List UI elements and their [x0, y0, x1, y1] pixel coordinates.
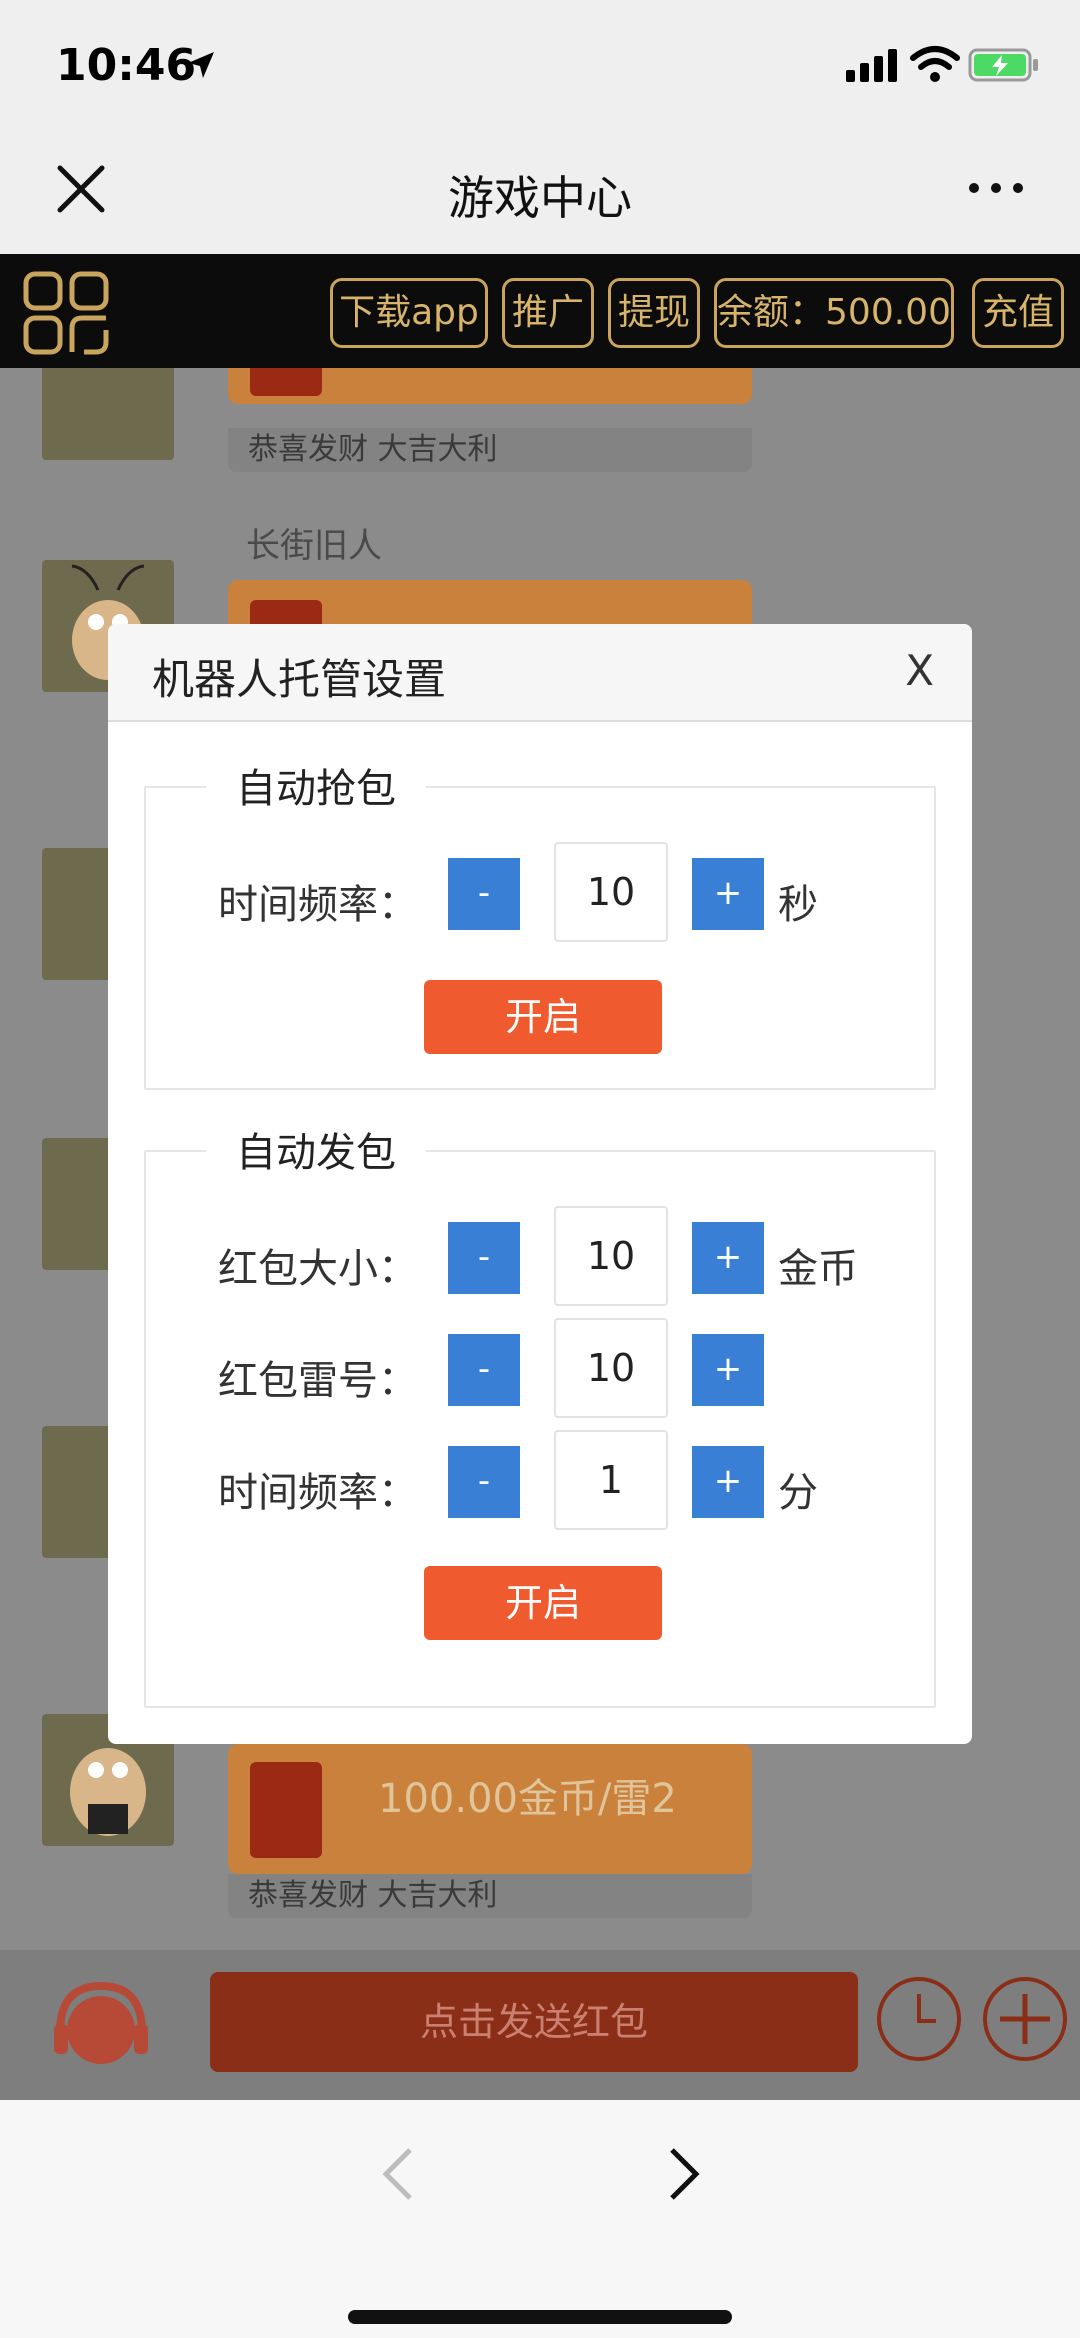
robot-hosting-settings-dialog: 机器人托管设置 X 自动抢包 时间频率： - 10 + 秒 开启 自动发包 红包…	[108, 624, 972, 1744]
chat-input-bar: 点击发送红包	[0, 1950, 1080, 2100]
status-bar: 10:46	[0, 0, 1080, 140]
red-packet-footer: 恭喜发财 大吉大利	[228, 1874, 752, 1918]
auto-send-start-button[interactable]: 开启	[424, 1566, 662, 1640]
balance-display: 余额：500.00	[714, 278, 954, 348]
auto-send-section: 自动发包 红包大小： - 10 + 金币 红包雷号： - 10 + 时间频率： …	[144, 1120, 936, 1708]
send-frequency-label: 时间频率：	[218, 1470, 418, 1516]
dialog-header: 机器人托管设置 X	[108, 624, 972, 722]
red-packet-footer: 恭喜发财 大吉大利	[228, 428, 752, 472]
sender-name: 长街旧人	[246, 526, 382, 566]
browser-toolbar	[0, 2100, 1080, 2338]
back-arrow-icon[interactable]	[378, 2144, 418, 2204]
customer-service-icon[interactable]	[46, 1972, 156, 2082]
packet-size-increment-button[interactable]: +	[692, 1222, 764, 1294]
send-frequency-unit: 分	[778, 1470, 818, 1516]
send-frequency-input[interactable]: 1	[554, 1430, 668, 1530]
packet-size-unit: 金币	[778, 1246, 858, 1292]
promote-button[interactable]: 推广	[502, 278, 594, 348]
dialog-title: 机器人托管设置	[152, 655, 447, 704]
send-frequency-increment-button[interactable]: +	[692, 1446, 764, 1518]
section-legend: 自动发包	[206, 1120, 426, 1178]
page-title: 游戏中心	[448, 171, 632, 225]
packet-size-input[interactable]: 10	[554, 1206, 668, 1306]
more-options-icon[interactable]	[966, 176, 1026, 200]
red-envelope-icon	[250, 368, 322, 396]
red-packet-bubble[interactable]	[228, 368, 752, 404]
packet-size-decrement-button[interactable]: -	[448, 1222, 520, 1294]
send-frequency-decrement-button[interactable]: -	[448, 1446, 520, 1518]
mine-number-label: 红包雷号：	[218, 1358, 418, 1404]
game-toolbar: 下载app 推广 提现 余额：500.00 充值	[0, 254, 1080, 368]
grab-frequency-increment-button[interactable]: +	[692, 858, 764, 930]
red-envelope-icon	[250, 1762, 322, 1858]
section-legend: 自动抢包	[206, 756, 426, 814]
home-indicator[interactable]	[348, 2310, 732, 2324]
mine-number-input[interactable]: 10	[554, 1318, 668, 1418]
red-packet-bubble[interactable]: 100.00金币/雷2	[228, 1744, 752, 1874]
clock-icon[interactable]	[874, 1974, 964, 2064]
menu-grid-icon[interactable]	[22, 270, 112, 356]
send-red-packet-button[interactable]: 点击发送红包	[210, 1972, 858, 2072]
cellular-signal-icon	[846, 49, 897, 82]
grab-frequency-decrement-button[interactable]: -	[448, 858, 520, 930]
battery-icon	[968, 48, 1038, 82]
withdraw-button[interactable]: 提现	[608, 278, 700, 348]
forward-arrow-icon[interactable]	[664, 2144, 704, 2204]
dialog-close-button[interactable]: X	[905, 646, 934, 695]
download-app-button[interactable]: 下载app	[330, 278, 488, 348]
nav-bar: 游戏中心	[0, 140, 1080, 254]
recharge-button[interactable]: 充值	[972, 278, 1064, 348]
grab-frequency-unit: 秒	[778, 882, 818, 928]
status-time: 10:46	[56, 40, 197, 91]
grab-frequency-input[interactable]: 10	[554, 842, 668, 942]
mine-number-decrement-button[interactable]: -	[448, 1334, 520, 1406]
location-arrow-icon	[188, 52, 214, 78]
grab-frequency-label: 时间频率：	[218, 882, 418, 928]
avatar[interactable]	[42, 368, 174, 460]
add-icon[interactable]	[980, 1974, 1070, 2064]
wifi-icon	[910, 46, 960, 82]
auto-grab-section: 自动抢包 时间频率： - 10 + 秒 开启	[144, 756, 936, 1090]
auto-grab-start-button[interactable]: 开启	[424, 980, 662, 1054]
red-packet-amount: 100.00金币/雷2	[378, 1776, 677, 1822]
packet-size-label: 红包大小：	[218, 1246, 418, 1292]
mine-number-increment-button[interactable]: +	[692, 1334, 764, 1406]
